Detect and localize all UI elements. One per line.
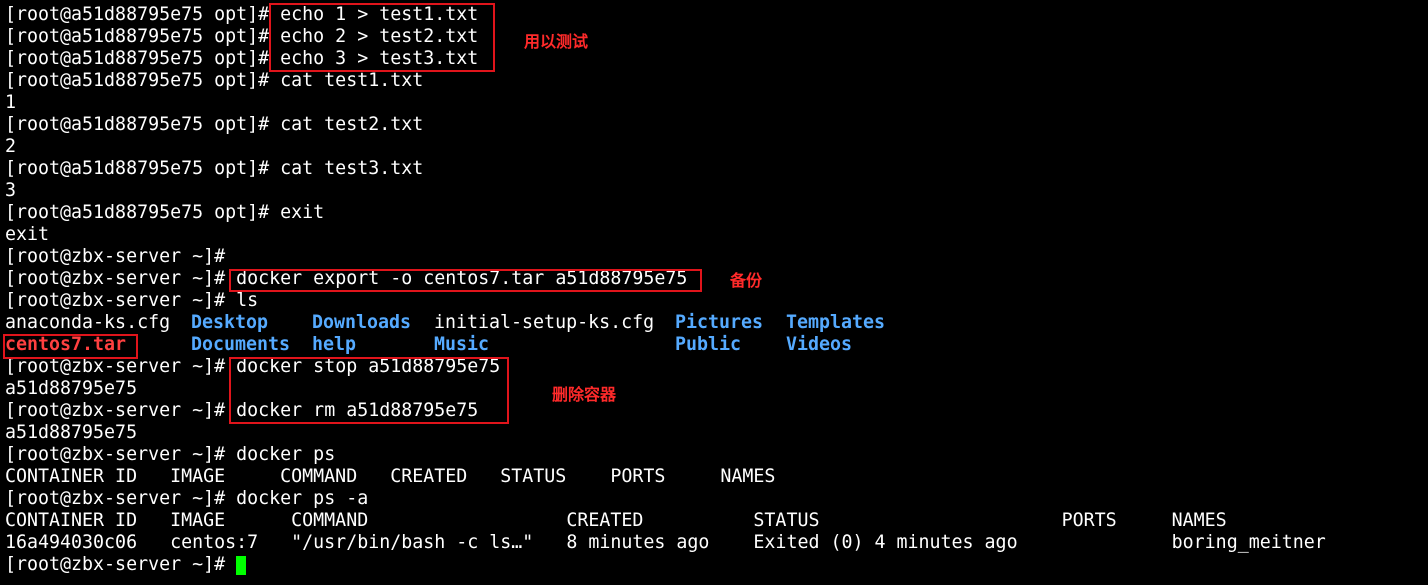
shell-prompt: [root@zbx-server ~]# — [5, 356, 237, 377]
command-text: cat test2.txt — [280, 114, 424, 135]
terminal-line: [root@zbx-server ~]# docker ps -a — [5, 488, 368, 510]
terminal-window[interactable]: [root@a51d88795e75 opt]# echo 1 > test1.… — [0, 0, 1428, 585]
shell-prompt: [root@zbx-server ~]# — [5, 290, 237, 311]
highlight-box-test-commands — [269, 3, 495, 72]
command-text: exit — [280, 202, 325, 223]
terminal-line: [root@zbx-server ~]# docker ps — [5, 444, 335, 466]
dir-help: help — [312, 334, 357, 355]
terminal-line[interactable]: [root@zbx-server ~]# — [5, 554, 246, 576]
output-line: 1 — [5, 92, 17, 113]
output-line: a51d88795e75 — [5, 422, 138, 443]
output-line: exit — [5, 224, 50, 245]
dir-videos: Videos — [786, 334, 853, 355]
highlight-box-centos7-tar — [3, 334, 138, 359]
shell-prompt: [root@a51d88795e75 opt]# — [5, 48, 281, 69]
highlight-box-export-command — [229, 269, 702, 292]
shell-prompt: [root@a51d88795e75 opt]# — [5, 114, 281, 135]
shell-prompt: [root@a51d88795e75 opt]# — [5, 26, 281, 47]
dir-public: Public — [675, 334, 742, 355]
output-line: 2 — [5, 136, 17, 157]
shell-prompt: [root@zbx-server ~]# — [5, 400, 237, 421]
command-text: docker ps -a — [236, 488, 369, 509]
terminal-line: [root@a51d88795e75 opt]# exit — [5, 202, 324, 224]
command-text: cat test3.txt — [280, 158, 424, 179]
dir-music: Music — [434, 334, 490, 355]
shell-prompt: [root@a51d88795e75 opt]# — [5, 202, 281, 223]
shell-prompt: [root@zbx-server ~]# — [5, 268, 237, 289]
terminal-line: [root@a51d88795e75 opt]# cat test2.txt — [5, 114, 423, 136]
terminal-line: [root@a51d88795e75 opt]# cat test1.txt — [5, 70, 423, 92]
shell-prompt: [root@a51d88795e75 opt]# — [5, 158, 281, 179]
file-initial-setup-ks-cfg: initial-setup-ks.cfg — [434, 312, 655, 333]
shell-prompt: [root@a51d88795e75 opt]# — [5, 4, 281, 25]
annotation-test-label: 用以测试 — [524, 32, 589, 51]
table-row: 16a494030c06 centos:7 "/usr/bin/bash -c … — [5, 532, 1326, 553]
command-text: ls — [236, 290, 259, 311]
shell-prompt: [root@zbx-server ~]# — [5, 488, 237, 509]
dir-pictures: Pictures — [675, 312, 764, 333]
dir-downloads: Downloads — [312, 312, 412, 333]
command-text: docker ps — [236, 444, 336, 465]
dir-templates: Templates — [786, 312, 886, 333]
terminal-line: [root@zbx-server ~]# ls — [5, 290, 258, 312]
command-text: cat test1.txt — [280, 70, 424, 91]
ls-output-row: anaconda-ks.cfg Desktop Downloads initia… — [5, 312, 885, 334]
table-header-line: CONTAINER ID IMAGE COMMAND CREATED STATU… — [5, 466, 776, 487]
terminal-line: [root@zbx-server ~]# — [5, 246, 236, 268]
shell-prompt: [root@zbx-server ~]# — [5, 444, 237, 465]
table-header-line: CONTAINER ID IMAGE COMMAND CREATED STATU… — [5, 510, 1227, 531]
text-cursor — [236, 556, 246, 575]
file-anaconda-ks-cfg: anaconda-ks.cfg — [5, 312, 171, 333]
output-line: 3 — [5, 180, 17, 201]
shell-prompt: [root@a51d88795e75 opt]# — [5, 70, 281, 91]
highlight-box-remove-commands — [229, 357, 509, 424]
terminal-line: [root@a51d88795e75 opt]# cat test3.txt — [5, 158, 423, 180]
annotation-backup-label: 备份 — [730, 271, 763, 290]
output-line: a51d88795e75 — [5, 378, 138, 399]
shell-prompt: [root@zbx-server ~]# — [5, 246, 237, 267]
annotation-remove-label: 删除容器 — [552, 385, 617, 404]
dir-desktop: Desktop — [191, 312, 269, 333]
shell-prompt: [root@zbx-server ~]# — [5, 554, 237, 575]
dir-documents: Documents — [191, 334, 291, 355]
